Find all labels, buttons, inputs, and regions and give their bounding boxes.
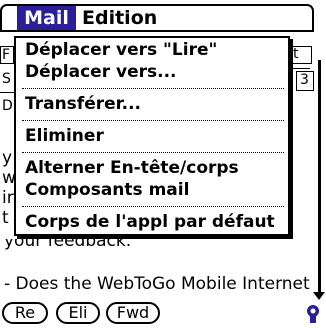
menu-separator — [22, 88, 284, 89]
menu-edition[interactable]: Edition — [82, 6, 157, 30]
body-fragment-4: t — [2, 208, 9, 228]
forward-button[interactable]: Fwd — [106, 302, 160, 324]
mail-dropdown-menu: Déplacer vers "Lire" Déplacer vers... Tr… — [14, 36, 290, 236]
menu-item-default-app-body[interactable]: Corps de l'appl par défaut — [25, 212, 275, 232]
menu-item-mail-components[interactable]: Composants mail — [25, 180, 189, 200]
header-field-to: t — [290, 46, 312, 64]
header-fragment-from: F — [2, 47, 11, 63]
scroll-down-arrow-icon[interactable] — [313, 292, 325, 300]
subject-underline — [290, 68, 310, 69]
header-fragment-to: t — [293, 46, 299, 62]
menu-item-move-to-read[interactable]: Déplacer vers "Lire" — [25, 40, 217, 60]
body-line: - Does the WebToGo Mobile Internet — [4, 274, 310, 294]
menu-separator — [22, 120, 284, 121]
scrollbar[interactable] — [313, 60, 326, 300]
menu-item-delete[interactable]: Eliminer — [25, 126, 104, 146]
scrollbar-track[interactable] — [318, 60, 321, 292]
menu-item-toggle-header-body[interactable]: Alterner En-tête/corps — [25, 158, 239, 178]
attachment-count: 3 — [300, 72, 309, 88]
body-fragment-1: y — [2, 148, 13, 168]
delete-button[interactable]: Eli — [56, 302, 100, 324]
body-fragment-3: ir — [2, 188, 14, 208]
header-fragment-subject: S — [2, 71, 11, 87]
menu-separator — [22, 206, 284, 207]
header-underline — [0, 92, 14, 93]
menu-item-move-to[interactable]: Déplacer vers... — [25, 62, 177, 82]
network-antenna-icon[interactable] — [305, 304, 321, 324]
attachment-count-box[interactable]: 3 — [296, 71, 314, 91]
menu-mail[interactable]: Mail — [17, 6, 76, 30]
reply-button[interactable]: Re — [2, 302, 48, 324]
menu-item-forward[interactable]: Transférer... — [25, 94, 141, 114]
menu-separator — [22, 152, 284, 153]
header-row-from: F — [0, 46, 14, 64]
header-fragment-date: D — [2, 98, 13, 114]
menu-bar: Mail Edition — [0, 0, 326, 36]
